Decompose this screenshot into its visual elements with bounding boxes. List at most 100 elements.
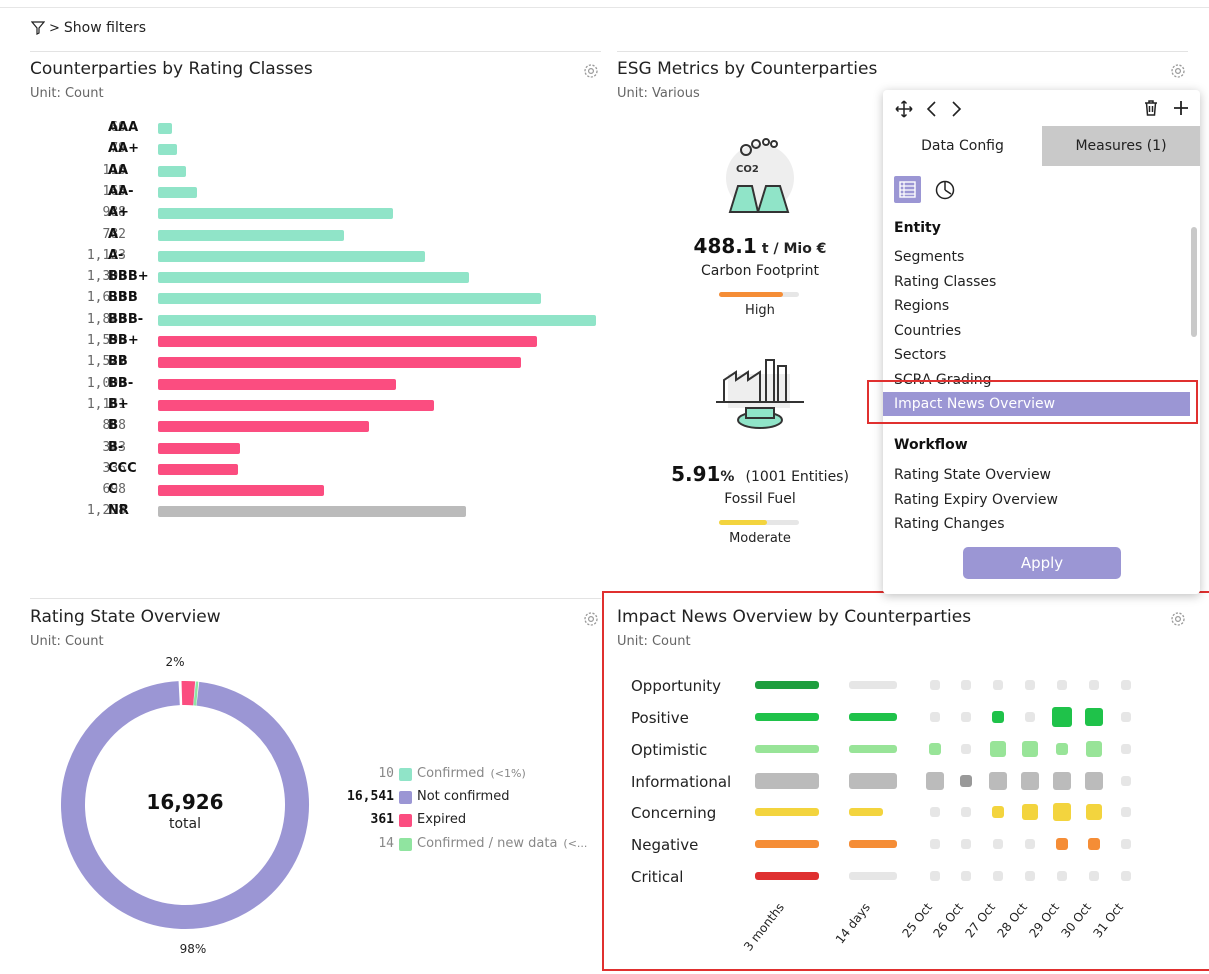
heatmap-cell[interactable] — [930, 839, 940, 849]
menu-item-rating-state-overview[interactable]: Rating State Overview — [894, 467, 1051, 483]
fourteen-day-bar[interactable] — [849, 840, 897, 848]
heatmap-cell[interactable] — [1052, 802, 1072, 822]
heatmap-cell[interactable] — [1052, 707, 1072, 727]
scrollbar[interactable] — [1191, 215, 1197, 530]
gear-icon[interactable] — [1170, 611, 1186, 627]
heatmap-cell[interactable] — [1121, 807, 1131, 817]
bar[interactable] — [158, 378, 397, 390]
heatmap-cell[interactable] — [1121, 839, 1131, 849]
heatmap-cell[interactable] — [1057, 680, 1067, 690]
heatmap-cell[interactable] — [961, 871, 971, 881]
heatmap-cell[interactable] — [1121, 871, 1131, 881]
heatmap-cell[interactable] — [961, 839, 971, 849]
bar[interactable] — [158, 357, 521, 369]
three-month-bar[interactable] — [755, 840, 819, 848]
heatmap-cell[interactable] — [961, 680, 971, 690]
tab-data-config[interactable]: Data Config — [883, 126, 1042, 166]
bar[interactable] — [158, 314, 596, 326]
bar[interactable] — [158, 421, 370, 433]
bar[interactable] — [158, 250, 425, 262]
heatmap-cell[interactable] — [928, 742, 942, 756]
chevron-right-icon[interactable] — [949, 100, 963, 118]
fourteen-day-bar[interactable] — [849, 745, 897, 753]
heatmap-cell[interactable] — [1025, 871, 1035, 881]
three-month-bar[interactable] — [755, 681, 819, 689]
three-month-bar[interactable] — [755, 808, 819, 816]
heatmap-cell[interactable] — [1087, 837, 1101, 851]
heatmap-cell[interactable] — [991, 805, 1005, 819]
heatmap-cell[interactable] — [1121, 712, 1131, 722]
bar[interactable] — [158, 463, 238, 475]
heatmap-cell[interactable] — [926, 772, 944, 790]
show-filters-button[interactable]: > Show filters — [31, 20, 146, 36]
menu-item-rating-changes[interactable]: Rating Changes — [894, 516, 1004, 532]
menu-item-rating-expiry-overview[interactable]: Rating Expiry Overview — [894, 492, 1058, 508]
plus-icon[interactable] — [1172, 99, 1190, 117]
heatmap-cell[interactable] — [993, 839, 1003, 849]
menu-item-countries[interactable]: Countries — [894, 323, 961, 339]
bar[interactable] — [158, 293, 542, 305]
heatmap-cell[interactable] — [1121, 776, 1131, 786]
heatmap-cell[interactable] — [1053, 772, 1071, 790]
apply-button[interactable]: Apply — [963, 547, 1121, 579]
fourteen-day-bar[interactable] — [849, 713, 897, 721]
bar[interactable] — [158, 208, 393, 220]
heatmap-cell[interactable] — [1021, 772, 1039, 790]
heatmap-cell[interactable] — [1085, 740, 1103, 758]
heatmap-cell[interactable] — [930, 680, 940, 690]
bar[interactable] — [158, 442, 240, 454]
gear-icon[interactable] — [583, 63, 599, 79]
bar[interactable] — [158, 506, 467, 518]
table-view-icon[interactable] — [894, 176, 921, 203]
pie-view-icon[interactable] — [934, 179, 956, 201]
heatmap-cell[interactable] — [1121, 680, 1131, 690]
fourteen-day-bar[interactable] — [849, 808, 883, 816]
heatmap-cell[interactable] — [1089, 871, 1099, 881]
bar[interactable] — [158, 165, 186, 177]
menu-item-segments[interactable]: Segments — [894, 249, 964, 265]
menu-item-sectors[interactable]: Sectors — [894, 347, 946, 363]
gear-icon[interactable] — [583, 611, 599, 627]
tab-measures[interactable]: Measures (1) — [1042, 126, 1200, 166]
bar[interactable] — [158, 186, 198, 198]
heatmap-cell[interactable] — [993, 680, 1003, 690]
heatmap-cell[interactable] — [991, 710, 1005, 724]
legend-item[interactable]: 361 Expired — [330, 812, 600, 832]
heatmap-cell[interactable] — [1089, 680, 1099, 690]
fourteen-day-bar[interactable] — [849, 681, 897, 689]
three-month-bar[interactable] — [755, 745, 819, 753]
chevron-left-icon[interactable] — [925, 100, 939, 118]
heatmap-cell[interactable] — [930, 807, 940, 817]
heatmap-cell[interactable] — [1025, 712, 1035, 722]
menu-item-rating-classes[interactable]: Rating Classes — [894, 274, 996, 290]
legend-item[interactable]: 16,541 Not confirmed — [330, 789, 600, 809]
scrollbar-thumb[interactable] — [1191, 227, 1197, 337]
legend-item[interactable]: 14 Confirmed / new data (<... — [330, 836, 600, 856]
bar[interactable] — [158, 123, 173, 134]
gear-icon[interactable] — [1170, 63, 1186, 79]
three-month-bar[interactable] — [755, 872, 819, 880]
heatmap-cell[interactable] — [1121, 744, 1131, 754]
heatmap-cell[interactable] — [930, 871, 940, 881]
three-month-bar[interactable] — [755, 713, 819, 721]
heatmap-cell[interactable] — [1055, 837, 1069, 851]
heatmap-cell[interactable] — [1085, 772, 1103, 790]
heatmap-cell[interactable] — [930, 712, 940, 722]
fourteen-day-bar[interactable] — [849, 773, 897, 789]
bar[interactable] — [158, 336, 538, 347]
menu-item-regions[interactable]: Regions — [894, 298, 949, 314]
bar[interactable] — [158, 399, 434, 411]
bar[interactable] — [158, 229, 344, 241]
heatmap-cell[interactable] — [1055, 742, 1069, 756]
heatmap-cell[interactable] — [989, 740, 1007, 758]
heatmap-cell[interactable] — [989, 772, 1007, 790]
heatmap-cell[interactable] — [961, 712, 971, 722]
trash-icon[interactable] — [1143, 99, 1159, 117]
heatmap-cell[interactable] — [1085, 708, 1103, 726]
three-month-bar[interactable] — [755, 773, 819, 789]
heatmap-cell[interactable] — [961, 807, 971, 817]
heatmap-cell[interactable] — [959, 774, 973, 788]
bar[interactable] — [158, 144, 177, 156]
heatmap-cell[interactable] — [1025, 839, 1035, 849]
move-icon[interactable] — [895, 100, 913, 118]
